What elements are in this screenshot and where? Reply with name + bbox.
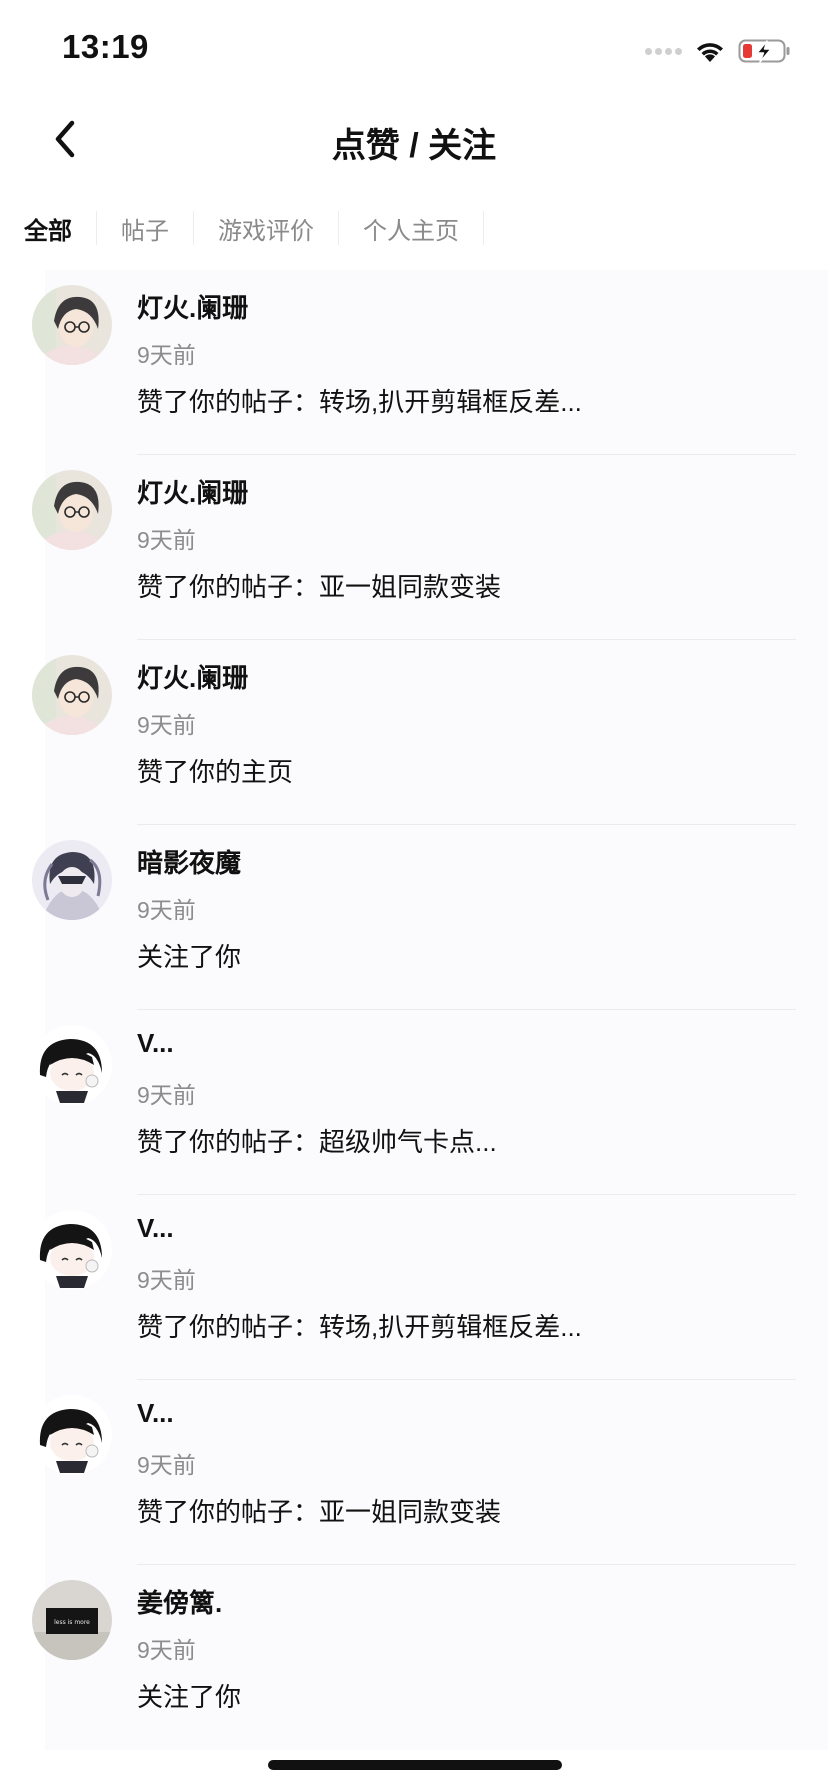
action-text[interactable]: 赞了你的帖子：转场,扒开剪辑框反差... [137, 1307, 582, 1344]
chibi-black-hair-avatar [32, 1210, 112, 1290]
status-bar: 13:19 [0, 0, 828, 100]
anime-boy-glasses-avatar [32, 655, 112, 735]
avatar[interactable] [32, 1395, 112, 1475]
timestamp: 9天前 [137, 1637, 196, 1663]
list-item[interactable]: V... 9天前 赞了你的帖子：亚一姐同款变装 [0, 1380, 828, 1565]
anime-boy-glasses-avatar [32, 470, 112, 550]
list-item[interactable]: 灯火.阑珊 9天前 赞了你的帖子：转场,扒开剪辑框反差... [0, 270, 828, 455]
tab-divider [96, 211, 97, 245]
list-item[interactable]: V... 9天前 赞了你的帖子：转场,扒开剪辑框反差... [0, 1195, 828, 1380]
user-name[interactable]: 灯火.阑珊 [137, 288, 248, 325]
avatar[interactable] [32, 470, 112, 550]
action-text[interactable]: 赞了你的主页 [137, 752, 293, 789]
action-text[interactable]: 关注了你 [137, 1677, 241, 1714]
list-item[interactable]: 灯火.阑珊 9天前 赞了你的帖子：亚一姐同款变装 [0, 455, 828, 640]
tab-all[interactable]: 全部 [24, 203, 72, 254]
list-item[interactable]: 灯火.阑珊 9天前 赞了你的主页 [0, 640, 828, 825]
tab-divider [483, 211, 484, 245]
user-name[interactable]: V... [137, 1398, 174, 1429]
user-name[interactable]: 暗影夜魔 [137, 843, 241, 880]
dark-anime-character-avatar [32, 840, 112, 920]
user-name[interactable]: 姜傍篱. [137, 1583, 222, 1620]
timestamp: 9天前 [137, 897, 196, 923]
wifi-icon [697, 43, 723, 62]
tab-profile[interactable]: 个人主页 [363, 203, 459, 254]
user-name[interactable]: V... [137, 1028, 174, 1059]
status-icons [645, 34, 792, 68]
timestamp: 9天前 [137, 1452, 196, 1478]
avatar[interactable] [32, 285, 112, 365]
list-item[interactable]: 暗影夜魔 9天前 关注了你 [0, 825, 828, 1010]
tab-posts[interactable]: 帖子 [121, 203, 169, 254]
timestamp: 9天前 [137, 342, 196, 368]
tab-divider [193, 211, 194, 245]
list-item[interactable]: V... 9天前 赞了你的帖子：超级帅气卡点... [0, 1010, 828, 1195]
svg-text:less is more: less is more [54, 1619, 90, 1626]
action-text[interactable]: 关注了你 [137, 937, 241, 974]
user-name[interactable]: V... [137, 1213, 174, 1244]
timestamp: 9天前 [137, 527, 196, 553]
battery-charging-icon [738, 39, 790, 63]
action-text[interactable]: 赞了你的帖子：亚一姐同款变装 [137, 1492, 501, 1529]
avatar[interactable] [32, 655, 112, 735]
user-name[interactable]: 灯火.阑珊 [137, 473, 248, 510]
action-text[interactable]: 赞了你的帖子：转场,扒开剪辑框反差... [137, 382, 582, 419]
avatar[interactable] [32, 840, 112, 920]
tab-game-reviews[interactable]: 游戏评价 [218, 203, 314, 254]
tab-divider [338, 211, 339, 245]
action-text[interactable]: 赞了你的帖子：超级帅气卡点... [137, 1122, 497, 1159]
avatar[interactable] [32, 1025, 112, 1105]
page-title: 点赞 / 关注 [331, 127, 497, 165]
black-sign-photo-avatar: less is more [32, 1580, 112, 1660]
signal-dots-icon [645, 47, 682, 55]
nav-bar: 点赞 / 关注 [0, 100, 828, 180]
avatar[interactable] [32, 1210, 112, 1290]
list-item[interactable]: less is more 姜傍篱. 9天前 关注了你 [0, 1565, 828, 1750]
filter-tabs: 全部 帖子 游戏评价 个人主页 [0, 200, 828, 256]
avatar[interactable]: less is more [32, 1580, 112, 1660]
chibi-black-hair-avatar [32, 1025, 112, 1105]
chibi-black-hair-avatar [32, 1395, 112, 1475]
user-name[interactable]: 灯火.阑珊 [137, 658, 248, 695]
timestamp: 9天前 [137, 712, 196, 738]
timestamp: 9天前 [137, 1267, 196, 1293]
action-text[interactable]: 赞了你的帖子：亚一姐同款变装 [137, 567, 501, 604]
home-indicator[interactable] [268, 1760, 562, 1770]
notification-list: 灯火.阑珊 9天前 赞了你的帖子：转场,扒开剪辑框反差... 灯火.阑珊 9天前… [0, 270, 828, 1750]
status-time: 13:19 [62, 28, 149, 65]
anime-boy-glasses-avatar [32, 285, 112, 365]
timestamp: 9天前 [137, 1082, 196, 1108]
